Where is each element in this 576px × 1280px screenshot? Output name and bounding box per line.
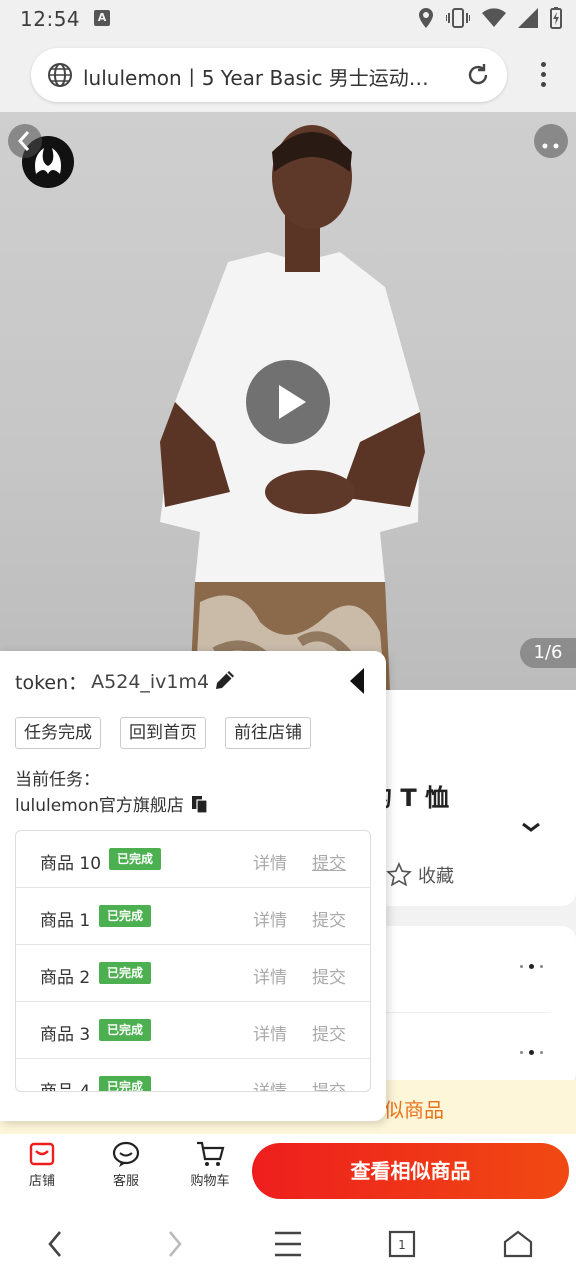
detail-link[interactable]: 详情 [253, 849, 287, 874]
play-video-button[interactable] [246, 360, 330, 444]
back-home-button[interactable]: 回到首页 [120, 717, 206, 749]
status-bar: 12:54 A [0, 0, 576, 38]
current-task-label: 当前任务： [15, 770, 100, 790]
token-label: token： [15, 672, 88, 694]
table-row: 商品 10 已完成 详情 提交 [16, 831, 370, 888]
back-arrow-icon[interactable] [36, 1226, 76, 1262]
table-row: 商品 2 已完成 详情 提交 [16, 945, 370, 1002]
item-name: 商品 10 [40, 854, 102, 874]
detail-link[interactable]: 详情 [253, 963, 287, 988]
submit-link[interactable]: 提交 [312, 1077, 346, 1091]
svg-text:1: 1 [398, 1238, 406, 1252]
home-icon[interactable] [498, 1226, 538, 1262]
divider [380, 1012, 550, 1013]
service-label: 客服 [112, 1174, 139, 1189]
url-text[interactable]: lululemon丨5 Year Basic 男士运动… [83, 62, 453, 91]
shop-icon [29, 1142, 55, 1166]
status-icons [418, 6, 562, 30]
chat-icon [112, 1141, 140, 1167]
globe-icon [48, 63, 72, 87]
task-panel: token： A524_iv1m4 任务完成 回到首页 前往店铺 当前任务： l… [0, 651, 386, 1121]
task-items-table[interactable]: 商品 10 已完成 详情 提交 商品 1 已完成 详情 提交 商品 2 已完成 … [15, 830, 371, 1092]
cart-button[interactable]: 购物车 [180, 1140, 240, 1189]
token-row: token： A524_iv1m4 [15, 668, 209, 695]
submit-link[interactable]: 提交 [312, 963, 346, 988]
status-badge: 已完成 [99, 1076, 152, 1091]
image-counter: 1/6 [520, 638, 576, 668]
submit-link[interactable]: 提交 [312, 1020, 346, 1045]
table-row: 商品 4 已完成 详情 提交 [16, 1059, 370, 1092]
status-badge: 已完成 [109, 848, 162, 870]
item-name: 商品 4 [40, 1082, 91, 1092]
go-to-shop-button[interactable]: 前往店铺 [225, 717, 311, 749]
current-task-value: lululemon官方旗舰店 [15, 791, 210, 816]
browser-menu-icon[interactable] [540, 62, 548, 90]
favorite-label: 收藏 [418, 866, 454, 887]
product-image-carousel[interactable]: 1/6 [0, 112, 576, 690]
chevron-down-icon[interactable] [520, 820, 542, 834]
submit-link[interactable]: 提交 [312, 849, 346, 874]
collapse-panel-icon[interactable] [348, 667, 368, 695]
back-icon[interactable] [8, 124, 42, 158]
cart-icon [197, 1141, 225, 1166]
task-store-name: lululemon官方旗舰店 [15, 796, 184, 816]
notification-a-icon: A [94, 10, 110, 26]
screen: 12:54 A lululemon丨5 Year Basic 男士运动… 1/6… [0, 0, 576, 1280]
detail-link[interactable]: 详情 [253, 1020, 287, 1045]
star-icon [386, 862, 412, 887]
view-similar-button[interactable]: 查看相似商品 [252, 1143, 569, 1199]
tabs-icon[interactable]: 1 [382, 1226, 422, 1262]
submit-link[interactable]: 提交 [312, 906, 346, 931]
detail-link[interactable]: 详情 [253, 1077, 287, 1091]
cart-label: 购物车 [190, 1174, 230, 1189]
forward-arrow-icon[interactable] [154, 1226, 194, 1262]
token-value: A524_iv1m4 [91, 670, 210, 693]
task-complete-button[interactable]: 任务完成 [15, 717, 101, 749]
status-badge: 已完成 [99, 905, 152, 927]
status-badge: 已完成 [99, 1019, 152, 1041]
table-row: 商品 1 已完成 详情 提交 [16, 888, 370, 945]
more-options-icon[interactable] [534, 124, 568, 158]
address-bar[interactable]: lululemon丨5 Year Basic 男士运动… [31, 48, 507, 102]
favorite-button[interactable]: 收藏 [386, 862, 454, 888]
vibrate-icon [446, 8, 470, 28]
item-name: 商品 2 [40, 968, 91, 988]
table-row: 商品 3 已完成 详情 提交 [16, 1002, 370, 1059]
status-badge: 已完成 [99, 962, 152, 984]
option-more-icon[interactable] [520, 964, 543, 969]
edit-pencil-icon[interactable] [212, 667, 238, 693]
shop-label: 店铺 [28, 1174, 55, 1189]
detail-link[interactable]: 详情 [253, 906, 287, 931]
bottom-action-bar: 店铺 客服 购物车 查看相似商品 [0, 1134, 576, 1206]
option-more-icon[interactable] [520, 1050, 543, 1055]
system-navigation-bar: 1 [0, 1206, 576, 1280]
banner-text: 似商品 [384, 1098, 444, 1122]
service-button[interactable]: 客服 [96, 1140, 156, 1189]
battery-icon [550, 7, 562, 29]
wifi-icon [482, 8, 506, 27]
reload-icon[interactable] [465, 62, 491, 88]
copy-icon[interactable] [190, 794, 210, 814]
browser-toolbar: lululemon丨5 Year Basic 男士运动… [0, 38, 576, 112]
signal-icon [518, 8, 538, 28]
item-name: 商品 1 [40, 911, 91, 931]
menu-icon[interactable] [268, 1226, 308, 1262]
status-time: 12:54 [20, 7, 81, 31]
shop-button[interactable]: 店铺 [12, 1140, 72, 1189]
item-name: 商品 3 [40, 1025, 91, 1045]
location-icon [419, 8, 433, 28]
